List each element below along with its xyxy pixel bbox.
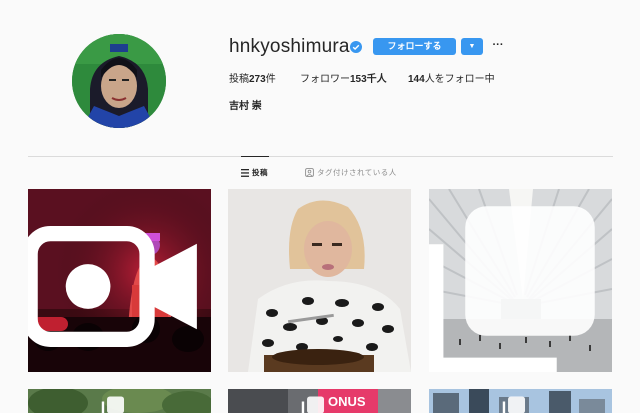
multi-image-icon xyxy=(301,396,325,413)
tabs-divider xyxy=(28,156,613,157)
post-tile[interactable] xyxy=(429,189,612,372)
following-stat[interactable]: 144人をフォロー中 xyxy=(408,70,495,85)
grid-icon xyxy=(241,168,249,177)
video-icon xyxy=(28,226,197,347)
tab-tagged[interactable]: タグ付けされている人 xyxy=(305,167,397,178)
followers-count: 153千人 xyxy=(350,74,387,85)
profile-username: hnkyoshimura xyxy=(229,36,350,57)
followers-label: フォロワー xyxy=(300,74,350,85)
post-tile[interactable]: ONUS xyxy=(228,389,411,413)
posts-count: 273 xyxy=(249,74,266,85)
profile-avatar[interactable] xyxy=(72,34,166,128)
follow-button[interactable]: フォローする xyxy=(373,38,456,55)
ellipsis-icon: ··· xyxy=(492,39,504,51)
multi-image-icon xyxy=(101,396,125,413)
chevron-down-icon: ▼ xyxy=(468,43,476,50)
posts-label: 投稿 xyxy=(229,74,249,85)
post-tile[interactable] xyxy=(28,189,211,372)
active-tab-indicator xyxy=(241,156,269,157)
tab-posts[interactable]: 投稿 xyxy=(241,167,268,178)
post-tile[interactable] xyxy=(228,189,411,372)
avatar-image xyxy=(72,34,166,128)
following-count: 144 xyxy=(408,74,425,85)
posts-suffix: 件 xyxy=(265,74,276,85)
post-image-portrait xyxy=(228,189,411,372)
tab-posts-label: 投稿 xyxy=(252,168,268,177)
multi-image-icon xyxy=(502,396,526,413)
profile-full-name: 吉村 崇 xyxy=(229,101,262,112)
post-tile[interactable] xyxy=(429,389,612,413)
more-options-button[interactable]: ··· xyxy=(490,38,506,55)
multi-image-icon xyxy=(429,206,595,372)
tab-tagged-label: タグ付けされている人 xyxy=(317,168,397,177)
tag-icon xyxy=(305,168,314,177)
verified-badge-icon xyxy=(350,41,362,53)
posts-stat: 投稿273件 xyxy=(229,70,276,85)
following-label: 人をフォロー中 xyxy=(424,74,495,85)
suggestions-dropdown-button[interactable]: ▼ xyxy=(461,38,483,55)
followers-stat[interactable]: フォロワー153千人 xyxy=(300,70,387,85)
post-tile[interactable] xyxy=(28,389,211,413)
